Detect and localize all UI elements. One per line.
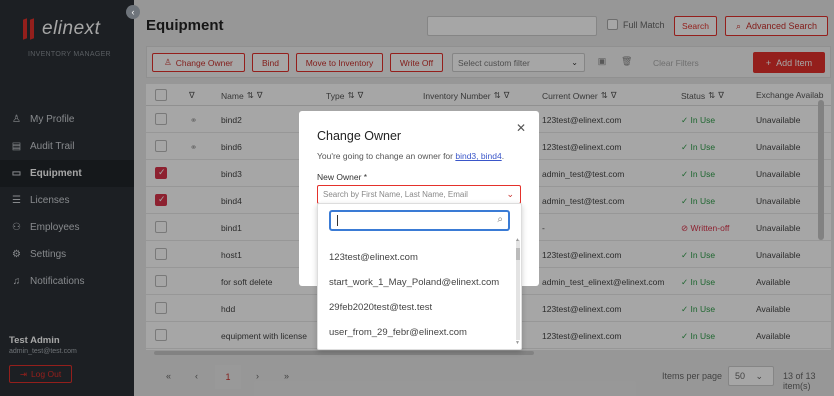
owner-option[interactable]: user_from_29_febr@elinext.com	[329, 327, 467, 338]
scroll-up-icon[interactable]: ▲	[515, 237, 520, 243]
modal-description: You're going to change an owner for bind…	[317, 151, 504, 161]
owner-option[interactable]: 29feb2020test@test.test	[329, 302, 432, 313]
search-icon: ⌕	[497, 214, 503, 225]
scroll-thumb[interactable]	[516, 248, 520, 260]
modal-title: Change Owner	[317, 129, 402, 143]
close-icon[interactable]: ✕	[516, 121, 526, 135]
modal-desc-prefix: You're going to change an owner for	[317, 151, 456, 161]
collapse-sidebar-button[interactable]: ‹	[126, 5, 140, 19]
scroll-down-icon[interactable]: ▼	[515, 340, 520, 346]
owner-dropdown: ⌕ 123test@elinext.com start_work_1_May_P…	[317, 203, 522, 350]
new-owner-label: New Owner *	[317, 172, 368, 182]
owner-search-input[interactable]: ⌕	[329, 210, 510, 231]
dropdown-scrollbar[interactable]: ▲ ▼	[515, 237, 520, 346]
selected-items-link[interactable]: bind3, bind4	[455, 151, 501, 161]
chevron-left-icon: ‹	[131, 7, 135, 17]
owner-option[interactable]: start_work_1_May_Poland@elinext.com	[329, 277, 499, 288]
new-owner-select[interactable]: Search by First Name, Last Name, Email ⌄	[317, 185, 521, 204]
text-cursor	[337, 215, 338, 226]
new-owner-placeholder: Search by First Name, Last Name, Email	[323, 190, 468, 199]
chevron-down-icon: ⌄	[506, 189, 514, 199]
modal-desc-suffix: .	[501, 151, 505, 161]
owner-option[interactable]: 123test@elinext.com	[329, 252, 418, 263]
